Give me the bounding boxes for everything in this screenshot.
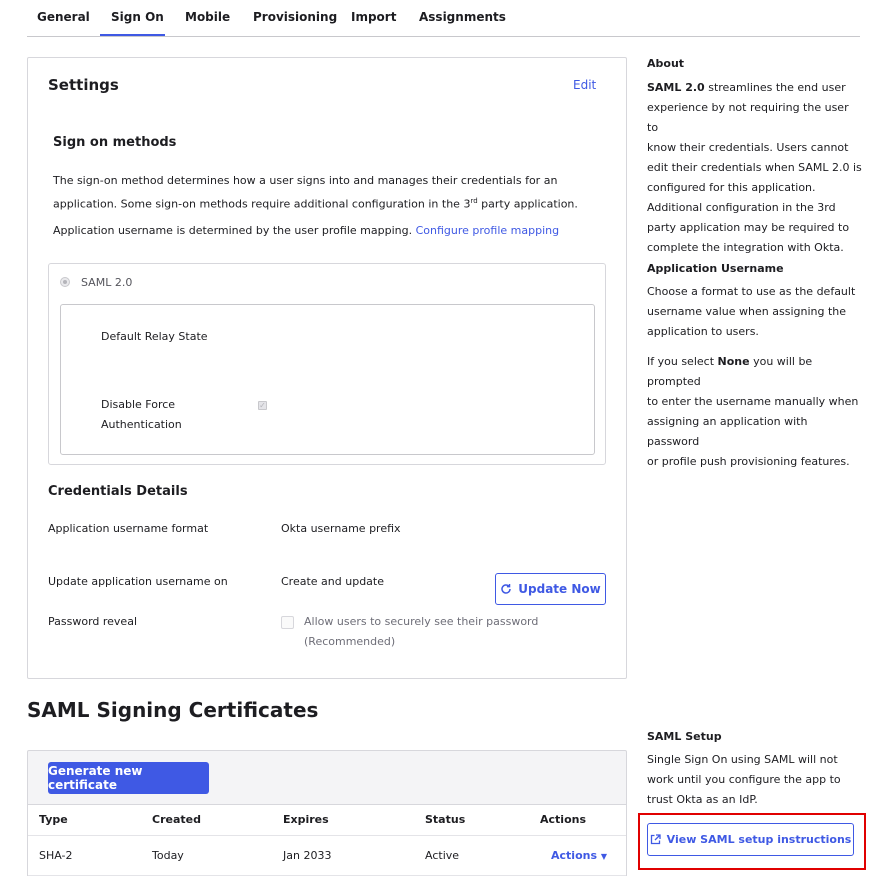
disable-force-auth-line-2: Authentication (101, 418, 182, 431)
tab-provisioning[interactable]: Provisioning (253, 10, 337, 24)
password-reveal-text-line-2: (Recommended) (304, 635, 396, 648)
credentials-details-title: Credentials Details (48, 484, 188, 499)
none-bold: None (717, 355, 750, 368)
refresh-icon (501, 584, 512, 594)
about-line-2: experience by not requiring the user to (647, 101, 849, 134)
generate-certificate-button[interactable]: Generate new certificate (48, 762, 209, 794)
password-reveal-label: Password reveal (48, 615, 137, 628)
table-header-row: Type Created Expires Status Actions (28, 805, 626, 836)
about-bold: SAML 2.0 (647, 81, 705, 94)
update-now-label: Update Now (518, 582, 601, 596)
saml-setup-line-3: trust Okta as an IdP. (647, 793, 758, 806)
description-superscript: rd (470, 197, 478, 205)
description-line-2-text: application. Some sign-on methods requir… (53, 197, 471, 211)
update-now-button[interactable]: Update Now (495, 573, 606, 605)
sign-on-methods-title: Sign on methods (53, 135, 177, 150)
saml-setup-text: Single Sign On using SAML will not work … (647, 750, 862, 810)
saml-option-label: SAML 2.0 (81, 276, 133, 289)
table-row: SHA-2 Today Jan 2033 Active Actions ▼ (28, 836, 626, 876)
configure-profile-mapping-link[interactable]: Configure profile mapping (416, 224, 559, 237)
description-line-2: application. Some sign-on methods requir… (53, 191, 613, 215)
tab-assignments[interactable]: Assignments (419, 10, 506, 24)
caret-down-icon: ▼ (600, 852, 607, 861)
none-line-4: or profile push provisioning features. (647, 455, 850, 468)
column-status: Status (425, 813, 466, 826)
update-username-on-label: Update application username on (48, 575, 228, 588)
none-line-2: to enter the username manually when (647, 395, 859, 408)
saml-method-box: SAML 2.0 Default Relay State Disable For… (48, 263, 606, 465)
about-section: About SAML 2.0 streamlines the end user … (647, 57, 862, 258)
about-line-1: SAML 2.0 streamlines the end user (647, 78, 862, 98)
disable-force-auth-checkbox[interactable]: ✓ (258, 401, 267, 410)
username-format-label: Application username format (48, 522, 209, 535)
none-option-text: If you select None you will be prompted … (647, 352, 862, 472)
app-username-line-1: Choose a format to use as the default (647, 285, 856, 298)
username-format-value: Okta username prefix (281, 522, 401, 535)
application-username-text: Choose a format to use as the default us… (647, 282, 862, 342)
saml-options-box: Default Relay State Disable Force Authen… (60, 304, 595, 455)
view-saml-setup-instructions-button[interactable]: View SAML setup instructions (647, 823, 854, 856)
column-expires: Expires (283, 813, 329, 826)
certificates-card: Generate new certificate Type Created Ex… (27, 750, 627, 876)
cell-type: SHA-2 (39, 849, 73, 862)
update-username-on-value: Create and update (281, 575, 384, 588)
about-line-7: party application may be required to (647, 221, 850, 234)
settings-title: Settings (48, 76, 119, 94)
cell-expires: Jan 2033 (283, 849, 332, 862)
saml-setup-title: SAML Setup (647, 730, 722, 743)
certificates-title: SAML Signing Certificates (27, 698, 319, 722)
saml-setup-line-2: work until you configure the app to (647, 773, 841, 786)
tab-sign-on[interactable]: Sign On (111, 10, 164, 24)
column-type: Type (39, 813, 68, 826)
saml-setup-line-1: Single Sign On using SAML will not (647, 753, 838, 766)
tab-import[interactable]: Import (351, 10, 396, 24)
app-username-line-2: username value when assigning the (647, 305, 847, 318)
password-reveal-text-line-1: Allow users to securely see their passwo… (304, 615, 539, 628)
actions-dropdown[interactable]: Actions ▼ (551, 849, 607, 862)
settings-card: Settings Edit Sign on methods The sign-o… (27, 57, 627, 679)
saml-radio[interactable] (60, 277, 70, 287)
about-line-8: complete the integration with Okta. (647, 241, 844, 254)
none-prefix: If you select (647, 355, 718, 368)
description-line-2-end: party application. (477, 197, 578, 211)
description-line-1: The sign-on method determines how a user… (53, 174, 558, 187)
tab-general[interactable]: General (37, 10, 90, 24)
password-reveal-checkbox[interactable] (281, 616, 294, 629)
username-mapping-label: Application username is determined by th… (53, 224, 413, 237)
none-line-1: If you select None you will be prompted (647, 352, 862, 392)
column-created: Created (152, 813, 201, 826)
column-actions: Actions (540, 813, 586, 826)
edit-link[interactable]: Edit (573, 78, 596, 92)
about-text: SAML 2.0 streamlines the end user experi… (647, 78, 862, 258)
external-link-icon (650, 834, 661, 845)
about-line-5: configured for this application. (647, 181, 816, 194)
password-reveal-text: Allow users to securely see their passwo… (304, 612, 538, 652)
disable-force-auth-label: Disable Force Authentication (101, 395, 182, 435)
sign-on-description: The sign-on method determines how a user… (53, 171, 613, 215)
cell-status: Active (425, 849, 460, 862)
active-tab-indicator (100, 34, 165, 36)
tab-mobile[interactable]: Mobile (185, 10, 230, 24)
disable-force-auth-line-1: Disable Force (101, 398, 176, 411)
application-username-section: Application Username Choose a format to … (647, 262, 862, 472)
about-title: About (647, 57, 685, 70)
actions-dropdown-label: Actions (551, 849, 597, 862)
application-username-title: Application Username (647, 262, 784, 275)
view-saml-setup-label: View SAML setup instructions (666, 833, 852, 846)
certificates-table: Type Created Expires Status Actions SHA-… (28, 804, 626, 876)
default-relay-state-label: Default Relay State (101, 330, 208, 343)
saml-setup-section: SAML Setup Single Sign On using SAML wil… (647, 730, 862, 810)
app-username-line-3: application to users. (647, 325, 759, 338)
none-line-3: assigning an application with password (647, 415, 808, 448)
cell-created: Today (152, 849, 184, 862)
tab-bar: General Sign On Mobile Provisioning Impo… (27, 0, 860, 37)
username-mapping-text: Application username is determined by th… (53, 221, 613, 241)
about-line-6: Additional configuration in the 3rd (647, 201, 836, 214)
about-line-4: edit their credentials when SAML 2.0 is (647, 161, 862, 174)
about-line-3: know their credentials. Users cannot (647, 141, 849, 154)
about-line-1-text: streamlines the end user (704, 81, 846, 94)
